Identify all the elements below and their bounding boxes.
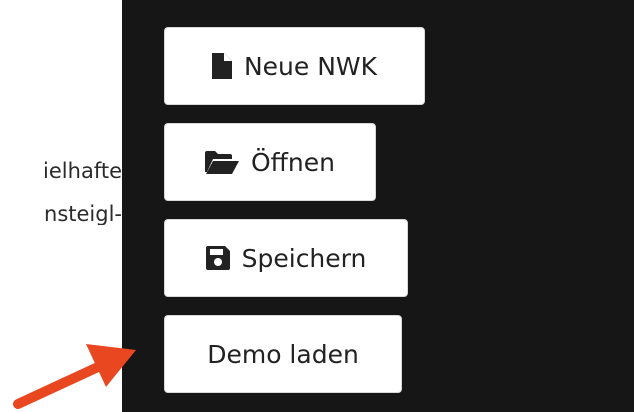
- background-text-line-2: nsteigl-: [44, 204, 122, 225]
- annotation-arrow-icon: [13, 344, 136, 409]
- open-label: Öffnen: [251, 147, 335, 177]
- save-label: Speichern: [241, 243, 367, 273]
- new-nwk-label: Neue NWK: [243, 51, 378, 81]
- floppy-disk-icon: [205, 246, 230, 270]
- new-nwk-button[interactable]: Neue NWK: [164, 27, 425, 105]
- folder-open-icon: [205, 150, 239, 174]
- open-button[interactable]: Öffnen: [164, 123, 376, 201]
- load-demo-button[interactable]: Demo laden: [164, 315, 402, 393]
- load-demo-label: Demo laden: [207, 339, 359, 369]
- save-button[interactable]: Speichern: [164, 219, 408, 297]
- background-text-line-1: ielhafte: [43, 161, 122, 182]
- file-icon: [211, 53, 232, 79]
